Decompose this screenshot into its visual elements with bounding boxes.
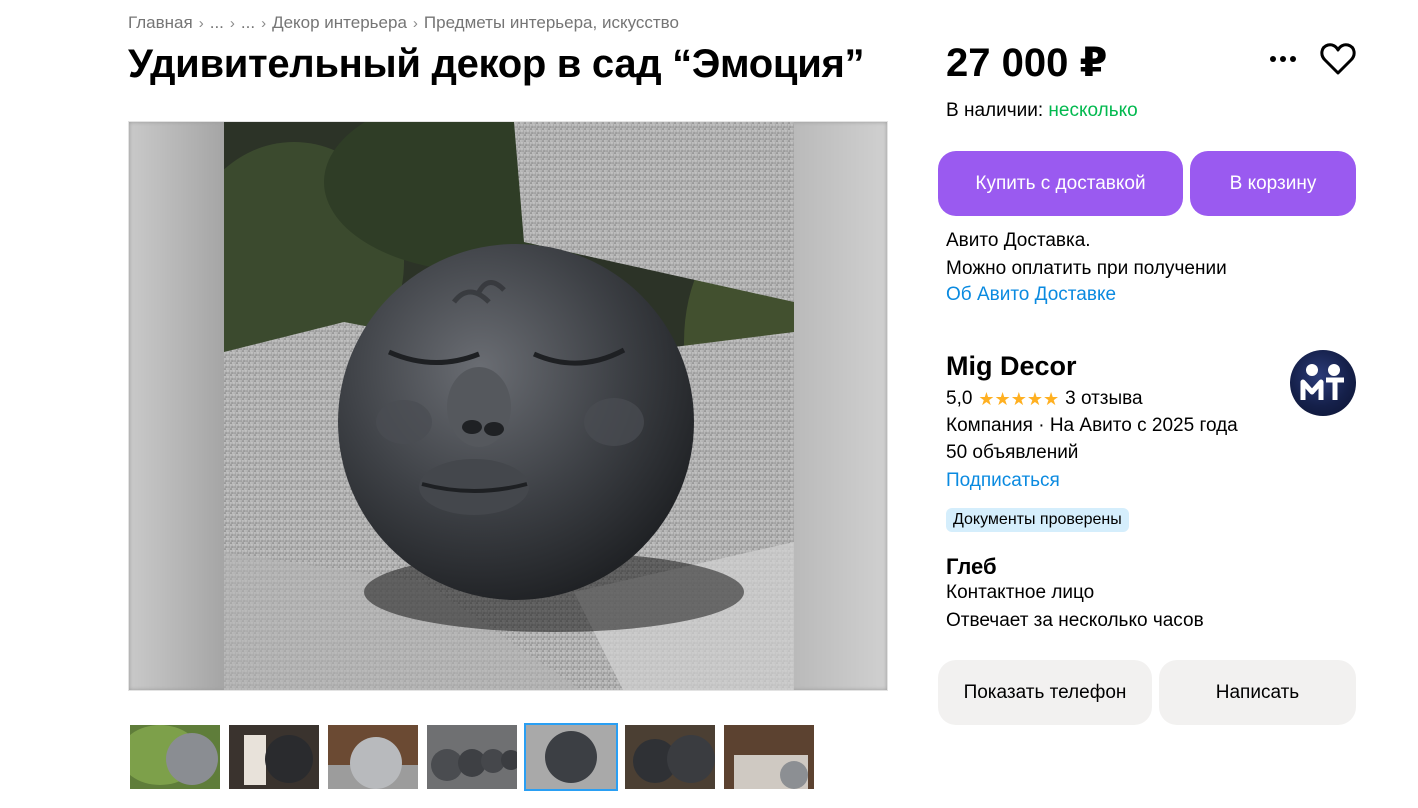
add-to-cart-button[interactable]: В корзину: [1190, 151, 1356, 216]
thumbnail-7[interactable]: [722, 723, 816, 791]
more-dots-icon[interactable]: [1268, 46, 1298, 72]
breadcrumb: Главная › ... › ... › Декор интерьера › …: [128, 12, 679, 34]
availability-value: несколько: [1048, 100, 1138, 121]
thumbnail-6[interactable]: [623, 723, 717, 791]
breadcrumb-separator: ›: [412, 14, 418, 32]
price: 27 000 ₽: [946, 41, 1108, 85]
breadcrumb-collapsed-1[interactable]: ...: [210, 13, 224, 33]
seller-rating: 5,0 ★★★★★ 3 отзыва: [946, 388, 1143, 410]
thumbnail-2[interactable]: [227, 723, 321, 791]
breadcrumb-collapsed-2[interactable]: ...: [241, 13, 255, 33]
write-message-button[interactable]: Написать: [1159, 660, 1356, 725]
contact-name: Глеб: [946, 554, 997, 579]
breadcrumb-separator: ›: [229, 14, 235, 32]
about-delivery-link[interactable]: Об Авито Доставке: [946, 284, 1116, 306]
subscribe-link[interactable]: Подписаться: [946, 470, 1060, 492]
buy-with-delivery-button[interactable]: Купить с доставкой: [938, 151, 1183, 216]
availability: В наличии: несколько: [946, 100, 1138, 122]
breadcrumb-interior-items[interactable]: Предметы интерьера, искусство: [424, 13, 679, 33]
documents-verified-badge: Документы проверены: [946, 508, 1129, 532]
thumbnail-4[interactable]: [425, 723, 519, 791]
breadcrumb-interior-decor[interactable]: Декор интерьера: [272, 13, 407, 33]
seller-logo-icon: [1300, 364, 1344, 400]
contact-response-time: Отвечает за несколько часов: [946, 610, 1204, 631]
thumbnail-5-active[interactable]: [524, 723, 618, 791]
rating-value: 5,0: [946, 388, 973, 409]
main-image-gallery[interactable]: [128, 121, 888, 691]
reviews-count[interactable]: 3 отзыва: [1065, 388, 1143, 410]
seller-name[interactable]: Mig Decor: [946, 351, 1077, 382]
rating-stars-icon: ★★★★★: [978, 388, 1060, 409]
thumbnail-3[interactable]: [326, 723, 420, 791]
delivery-line-2: Можно оплатить при получении: [946, 258, 1227, 279]
face-sculpture-image: [224, 122, 794, 690]
contact-role: Контактное лицо: [946, 582, 1095, 603]
main-product-photo[interactable]: [224, 122, 794, 690]
listing-title: Удивительный декор в сад “Эмоция”: [128, 42, 865, 86]
show-phone-button[interactable]: Показать телефон: [938, 660, 1152, 725]
seller-ads-count[interactable]: 50 объявлений: [946, 442, 1078, 464]
breadcrumb-home[interactable]: Главная: [128, 13, 193, 33]
seller-info: Компания · На Авито с 2025 года: [946, 415, 1238, 436]
availability-label: В наличии:: [946, 100, 1044, 121]
thumbnail-1[interactable]: [128, 723, 222, 791]
breadcrumb-separator: ›: [261, 14, 267, 32]
delivery-line-1: Авито Доставка.: [946, 230, 1091, 251]
seller-avatar[interactable]: [1290, 350, 1356, 416]
thumbnail-strip: [128, 723, 816, 791]
heart-icon[interactable]: [1320, 42, 1356, 76]
breadcrumb-separator: ›: [198, 14, 204, 32]
